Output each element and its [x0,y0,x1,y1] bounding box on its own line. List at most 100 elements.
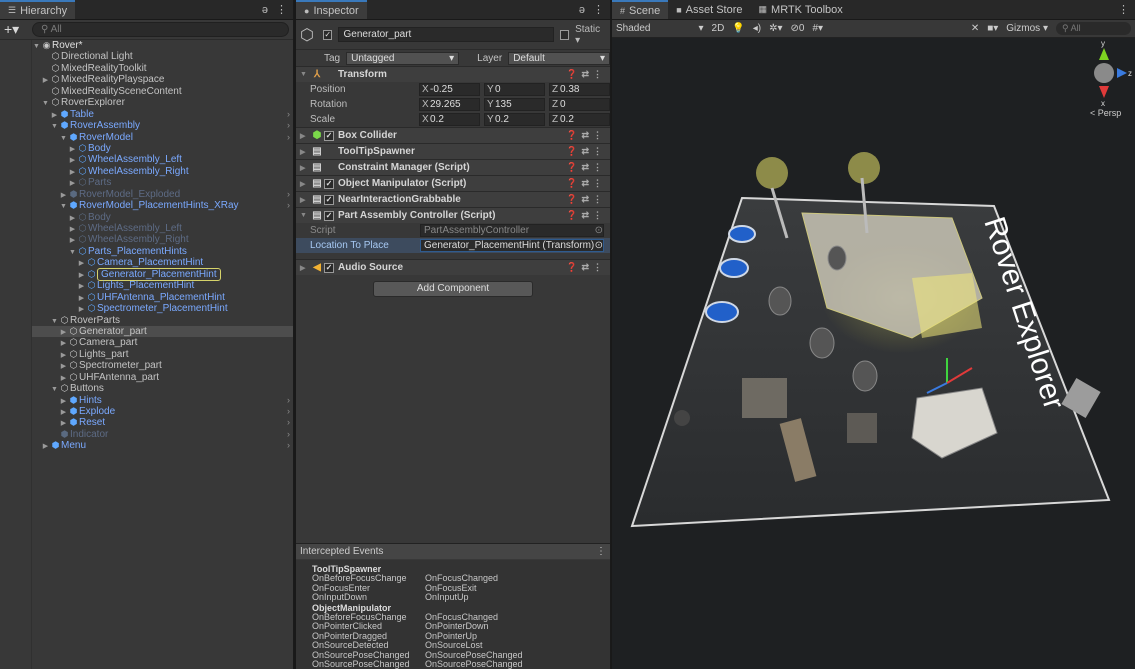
hierarchy-item[interactable]: ⬡ MixedRealityToolkit [32,63,293,74]
more-menu-icon[interactable]: ⋮ [593,3,604,16]
position-z-field[interactable]: Z 0.38 [549,83,610,96]
open-prefab-chevron-icon[interactable]: › [287,189,290,200]
component-header[interactable]: ▼ ▤ ✓ Part Assembly Controller (Script) ❓⇄⋮ [296,207,610,223]
hierarchy-item[interactable]: ▶ ⬡ WheelAssembly_Left [32,154,293,165]
open-prefab-chevron-icon[interactable]: › [287,417,290,428]
layer-dropdown[interactable]: Default ▾ [508,51,610,65]
persp-label[interactable]: < Persp [1090,108,1121,118]
hierarchy-item[interactable]: ▼ ⬢ RoverModel_PlacementHints_XRay › [32,200,293,211]
hierarchy-item[interactable]: ▶ ⬡ Spectrometer_part [32,360,293,371]
shading-arrow-icon[interactable]: ▾ [698,23,703,34]
hierarchy-item[interactable]: ▶ ⬡ UHFAntenna_PlacementHint [32,292,293,303]
hierarchy-item[interactable]: ▼ ⬢ RoverAssembly › [32,120,293,131]
audio-enabled-checkbox[interactable]: ✓ [324,262,334,273]
active-checkbox[interactable]: ✓ [322,29,333,40]
hierarchy-search-input[interactable]: ⚲ All [32,22,289,37]
hierarchy-item[interactable]: ▶ ⬡ Parts [32,177,293,188]
lighting-icon[interactable]: 💡 [732,23,744,34]
collapsed-arrow-icon[interactable]: ▶ [41,441,50,452]
scene-search-input[interactable]: ⚲ All [1056,22,1131,35]
open-prefab-chevron-icon[interactable]: › [287,120,290,131]
component-tools-icon[interactable]: ❓⇄⋮ [566,178,606,189]
open-prefab-chevron-icon[interactable]: › [287,429,290,440]
position-x-field[interactable]: X -0.25 [419,83,480,96]
audio-toggle-icon[interactable]: ◂) [753,23,761,34]
orientation-gizmo[interactable]: y z x < Persp [1090,39,1132,118]
shading-dropdown[interactable]: Shaded [616,23,650,34]
more-menu-icon[interactable]: ⋮ [1118,3,1129,16]
tab-mrtk-toolbox[interactable]: ▦ MRTK Toolbox [751,0,851,19]
component-tools-icon[interactable]: ❓⇄⋮ [566,262,606,273]
2d-toggle[interactable]: 2D [712,23,725,34]
tab-scene[interactable]: # Scene [612,0,669,19]
rotation-x-field[interactable]: X 29.265 [419,98,480,111]
hierarchy-item[interactable]: ▶ ⬢ Table › [32,109,293,120]
lock-icon[interactable]: ə [262,4,268,16]
hierarchy-item[interactable]: ▶ ⬡ MixedRealityPlayspace [32,74,293,85]
hierarchy-item[interactable]: ▶ ⬡ Lights_part [32,349,293,360]
hierarchy-item[interactable]: ▼ ◉ Rover* [32,40,293,51]
hierarchy-item[interactable]: ▼ ⬢ RoverModel › [32,132,293,143]
component-header[interactable]: ▶ ▤ Constraint Manager (Script) ❓⇄⋮ [296,159,610,175]
hierarchy-item[interactable]: ▶ ⬡ WheelAssembly_Right [32,166,293,177]
hierarchy-item[interactable]: ▶ ⬡ Body [32,212,293,223]
open-prefab-chevron-icon[interactable]: › [287,440,290,451]
transform-component-header[interactable]: ▼ ⅄ Transform ❓⇄⋮ [296,66,610,82]
hierarchy-item[interactable]: ▼ ⬡ Parts_PlacementHints [32,246,293,257]
effects-icon[interactable]: ✲▾ [769,23,782,34]
static-checkbox[interactable] [559,29,570,40]
position-y-field[interactable]: Y0 [484,83,545,96]
component-enabled-checkbox[interactable]: ✓ [324,178,334,189]
hierarchy-item[interactable]: ▶ ⬡ Body [32,143,293,154]
hierarchy-item[interactable]: ⬡ Directional Light [32,51,293,62]
lock-icon[interactable]: ə [579,4,585,16]
open-prefab-chevron-icon[interactable]: › [287,132,290,143]
component-tools-icon[interactable]: ❓⇄⋮ [566,194,606,205]
component-tools-icon[interactable]: ❓⇄⋮ [566,69,606,80]
hierarchy-item[interactable]: ▶ ⬡ WheelAssembly_Left [32,223,293,234]
hierarchy-item[interactable]: ⬢ Indicator › [32,429,293,440]
hierarchy-item[interactable]: ▼ ⬡ Buttons [32,383,293,394]
component-tools-icon[interactable]: ❓⇄⋮ [566,130,606,141]
object-picker-icon[interactable]: ⊙ [595,240,603,251]
static-dropdown[interactable]: Static ▾ [575,24,606,46]
hierarchy-item[interactable]: ▶ ⬢ Menu › [32,440,293,451]
hierarchy-item[interactable]: ▶ ⬢ RoverModel_Exploded › [32,189,293,200]
add-component-button[interactable]: Add Component [373,281,533,297]
scale-z-field[interactable]: Z 0.2 [549,113,610,126]
tab-hierarchy[interactable]: ☰ Hierarchy [0,0,76,19]
location-to-place-field[interactable]: Generator_PlacementHint (Transform) ⊙ [420,239,604,252]
tag-dropdown[interactable]: Untagged ▾ [346,51,460,65]
hierarchy-item[interactable]: ▶ ⬡ Camera_part [32,337,293,348]
more-menu-icon[interactable]: ⋮ [276,3,287,16]
object-name-field[interactable]: Generator_part [338,27,554,42]
open-prefab-chevron-icon[interactable]: › [287,200,290,211]
component-enabled-checkbox[interactable]: ✓ [324,194,334,205]
hierarchy-item[interactable]: ▶ ⬡ Generator_part [32,325,293,338]
create-dropdown-button[interactable]: +▾ [4,21,26,38]
tab-inspector[interactable]: ● Inspector [296,0,367,19]
hierarchy-item[interactable]: ▶ ⬡ Spectrometer_PlacementHint [32,303,293,314]
hierarchy-item[interactable]: ▶ ⬡ Lights_PlacementHint [32,280,293,291]
open-prefab-chevron-icon[interactable]: › [287,109,290,120]
visibility-icon[interactable]: ⊘0 [791,23,805,34]
rotation-z-field[interactable]: Z0 [549,98,610,111]
open-prefab-chevron-icon[interactable]: › [287,406,290,417]
component-tools-icon[interactable]: ❓⇄⋮ [566,210,606,221]
scale-x-field[interactable]: X 0.2 [419,113,480,126]
tools-icon[interactable]: ✕ [971,23,979,34]
component-header[interactable]: ▶ ▤ ToolTipSpawner ❓⇄⋮ [296,143,610,159]
gizmos-dropdown[interactable]: Gizmos ▾ [1006,23,1048,34]
scene-viewport[interactable]: Rover Explorer y z x < Persp [612,38,1135,669]
audio-source-component-header[interactable]: ▶ ◀ ✓ Audio Source ❓⇄⋮ [296,259,610,275]
hierarchy-item[interactable]: ▶ ⬡ WheelAssembly_Right [32,234,293,245]
hierarchy-item[interactable]: ▶ ⬢ Hints › [32,395,293,406]
grid-toggle-icon[interactable]: #▾ [812,23,823,34]
rotation-y-field[interactable]: Y 135 [484,98,545,111]
hierarchy-item[interactable]: ▶ ⬢ Explode › [32,406,293,417]
hierarchy-item[interactable]: ▼ ⬡ RoverExplorer [32,97,293,108]
hierarchy-item[interactable]: ⬡ MixedRealitySceneContent [32,86,293,97]
component-header[interactable]: ▶ ⬢ ✓ Box Collider ❓⇄⋮ [296,127,610,143]
component-enabled-checkbox[interactable]: ✓ [324,210,334,221]
component-header[interactable]: ▶ ▤ ✓ Object Manipulator (Script) ❓⇄⋮ [296,175,610,191]
